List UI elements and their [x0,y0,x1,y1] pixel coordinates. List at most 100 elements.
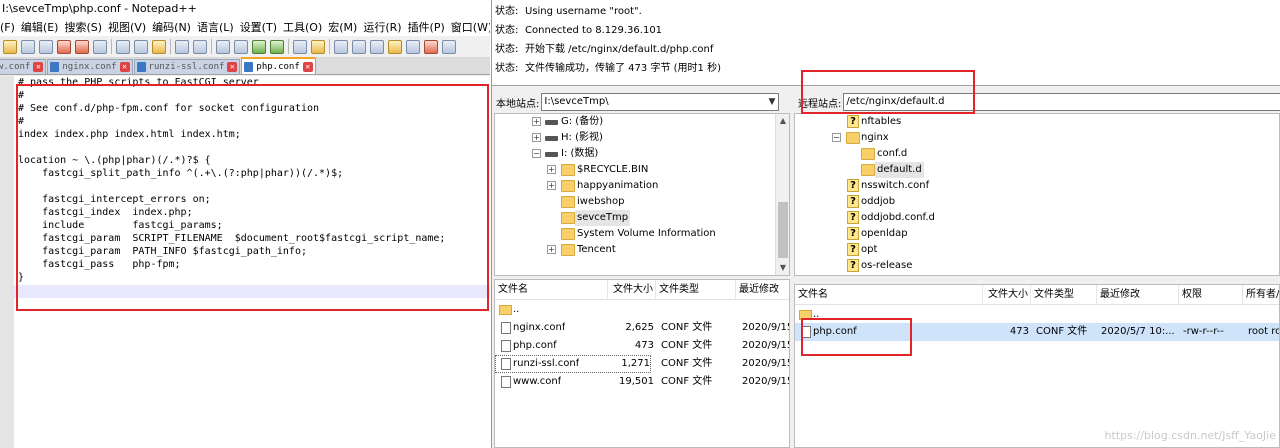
cut-icon[interactable] [116,39,130,54]
col-size[interactable]: 文件大小 [608,280,656,300]
file-row-nginx-conf[interactable]: nginx.conf 2,625 CONF 文件 2020/9/15 [495,319,789,337]
tab-php-conf[interactable]: php.conf ✕ [241,57,316,74]
tree-item-conf-d[interactable]: conf.d [795,146,1275,162]
stop-macro-icon[interactable] [442,39,456,54]
file-row-php-conf[interactable]: php.conf 473 CONF 文件 2020/5/7 10:... -rw… [795,323,1279,341]
word-wrap-icon[interactable] [334,39,348,54]
show-symbols-icon[interactable] [352,39,366,54]
remote-path-input[interactable]: /etc/nginx/default.d [843,93,1280,111]
tree-item-g-drive[interactable]: + G: (备份) [495,114,775,130]
scroll-up-icon[interactable]: ▲ [776,114,789,128]
col-modified[interactable]: 最近修改 [1097,285,1179,305]
menu-window[interactable]: 窗口(W) [451,19,490,35]
status-text: 开始下载 /etc/nginx/default.d/php.conf [525,44,714,55]
tree-item-os-release[interactable]: ? os-release [795,258,1275,274]
save-icon[interactable] [21,39,35,54]
tree-item-h-drive[interactable]: + H: (影视) [495,130,775,146]
tree-item-nftables[interactable]: ? nftables [795,114,1275,130]
scroll-down-icon[interactable]: ▼ [776,261,789,275]
tree-item-openldap[interactable]: ? openldap [795,226,1275,242]
tree-item-system-volume[interactable]: System Volume Information [495,226,775,242]
tab-close-icon[interactable]: ✕ [33,62,44,72]
expand-icon[interactable]: + [547,165,556,174]
redo-icon[interactable] [193,39,207,54]
file-name: php.conf [813,326,857,337]
menu-tools[interactable]: 工具(O) [283,19,328,35]
menu-edit[interactable]: 编辑(E) [21,19,65,35]
find-icon[interactable] [216,39,230,54]
sync-horizontal-icon[interactable] [311,39,325,54]
tab-close-icon[interactable]: ✕ [119,62,130,72]
tab-close-icon[interactable]: ✕ [227,62,238,72]
tab-nginx-conf[interactable]: nginx.conf ✕ [47,59,133,74]
undo-icon[interactable] [175,39,189,54]
file-row-www-conf[interactable]: www.conf 19,501 CONF 文件 2020/9/15 [495,373,789,391]
close-all-icon[interactable] [75,39,89,54]
local-path-input[interactable]: I:\sevceTmp\ ▼ [541,93,780,111]
sync-vertical-icon[interactable] [293,39,307,54]
menu-language[interactable]: 语言(L) [197,19,240,35]
copy-icon[interactable] [134,39,148,54]
tree-item-label: System Volume Information [577,228,716,239]
menu-view[interactable]: 视图(V) [108,19,152,35]
tab-www-conf[interactable]: www.conf ✕ [0,59,47,74]
tree-item-iwebshop[interactable]: iwebshop [495,194,775,210]
print-icon[interactable] [93,39,107,54]
editor[interactable]: # pass the PHP scripts to FastCGI server… [0,76,490,448]
file-row-parent[interactable]: .. [495,301,789,319]
new-file-icon[interactable] [3,39,17,54]
file-icon [501,340,511,352]
col-owner[interactable]: 所有者/ [1243,285,1279,305]
expand-icon[interactable]: + [547,181,556,190]
col-filename[interactable]: 文件名 [495,280,608,300]
tree-item-sevcetmp[interactable]: sevceTmp [495,210,775,226]
close-icon[interactable] [57,39,71,54]
menu-file[interactable]: (F) [0,21,21,34]
collapse-icon[interactable]: − [532,149,541,158]
function-list-icon[interactable] [406,39,420,54]
col-permissions[interactable]: 权限 [1179,285,1243,305]
tree-item-opt[interactable]: ? opt [795,242,1275,258]
col-filename[interactable]: 文件名 [795,285,983,305]
save-all-icon[interactable] [39,39,53,54]
menu-search[interactable]: 搜索(S) [64,19,108,35]
expand-icon[interactable]: + [547,245,556,254]
local-tree-scrollbar[interactable]: ▲ ▼ [775,114,789,275]
col-type[interactable]: 文件类型 [656,280,736,300]
col-size[interactable]: 文件大小 [983,285,1031,305]
chevron-down-icon[interactable]: ▼ [768,94,775,110]
menu-encoding[interactable]: 编码(N) [152,19,197,35]
tree-item-label: nsswitch.conf [861,180,930,191]
menu-plugins[interactable]: 插件(P) [408,19,451,35]
file-row-parent[interactable]: .. [795,306,1279,324]
tree-item-oddjob[interactable]: ? oddjob [795,194,1275,210]
zoom-out-icon[interactable] [270,39,284,54]
tree-item-oddjobd[interactable]: ? oddjobd.conf.d [795,210,1275,226]
col-modified[interactable]: 最近修改 [736,280,789,300]
tab-runzi-ssl-conf[interactable]: runzi-ssl.conf ✕ [133,59,241,74]
tree-item-tencent[interactable]: + Tencent [495,242,775,258]
file-row-php-conf[interactable]: php.conf 473 CONF 文件 2020/9/15 [495,337,789,355]
paste-icon[interactable] [152,39,166,54]
menu-settings[interactable]: 设置(T) [240,19,283,35]
collapse-icon[interactable]: − [832,133,841,142]
col-type[interactable]: 文件类型 [1031,285,1097,305]
tree-item-i-drive[interactable]: − I: (数据) [495,146,775,162]
record-macro-icon[interactable] [424,39,438,54]
tree-item-happyanimation[interactable]: + happyanimation [495,178,775,194]
replace-icon[interactable] [234,39,248,54]
expand-icon[interactable]: + [532,117,541,126]
scroll-thumb[interactable] [778,202,788,258]
tree-item-nginx[interactable]: − nginx [795,130,1275,146]
tree-item-default-d[interactable]: default.d [795,162,1275,178]
indent-guide-icon[interactable] [370,39,384,54]
menu-run[interactable]: 运行(R) [363,19,407,35]
code-area[interactable]: # pass the PHP scripts to FastCGI server… [14,76,490,448]
expand-icon[interactable]: + [532,133,541,142]
zoom-in-icon[interactable] [252,39,266,54]
document-map-icon[interactable] [388,39,402,54]
tree-item-nsswitch[interactable]: ? nsswitch.conf [795,178,1275,194]
menu-macro[interactable]: 宏(M) [328,19,363,35]
tab-close-icon[interactable]: ✕ [302,61,313,72]
tree-item-recycle-bin[interactable]: + $RECYCLE.BIN [495,162,775,178]
